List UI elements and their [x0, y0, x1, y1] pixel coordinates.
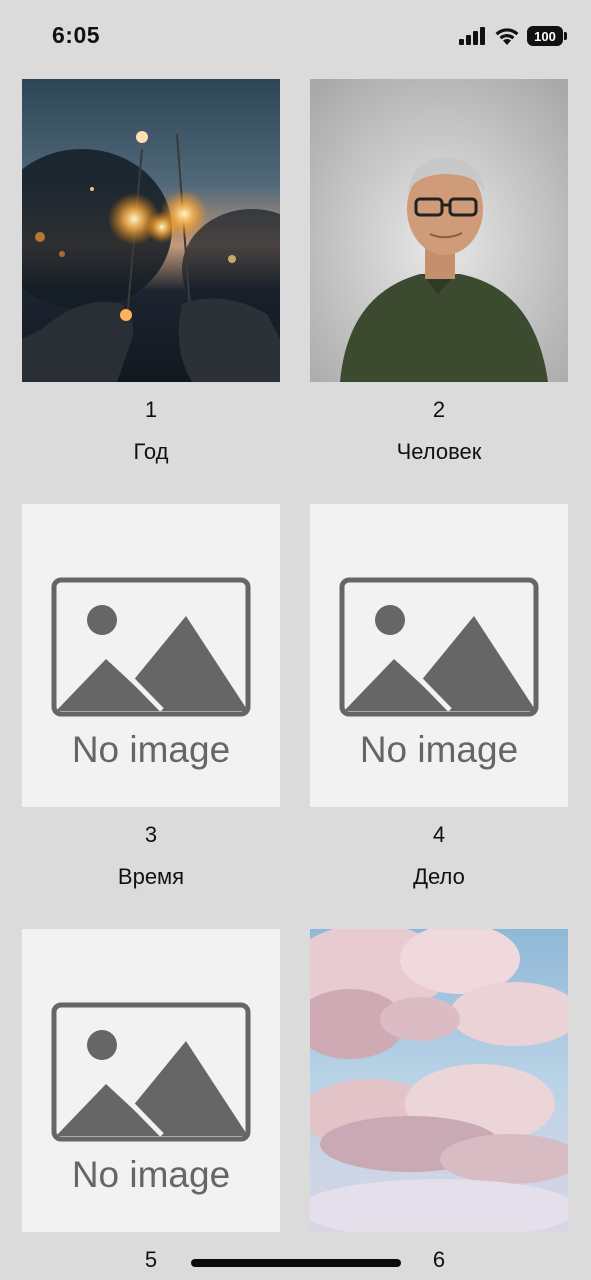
- card-title: Дело: [413, 864, 465, 889]
- card-title: Год: [133, 439, 169, 464]
- wifi-icon: [495, 27, 519, 45]
- sparklers-photo: [22, 79, 280, 382]
- man-portrait-photo: [310, 79, 568, 382]
- grid-card-6[interactable]: 6: [310, 929, 568, 1272]
- no-image-placeholder: No image: [22, 504, 280, 807]
- card-number: 4: [432, 822, 446, 847]
- grid-card-3[interactable]: No image 3 Время: [22, 504, 280, 889]
- clouds-photo: [310, 929, 568, 1232]
- no-image-text: No image: [360, 729, 518, 770]
- status-time: 6:05: [52, 22, 101, 48]
- card-number: 1: [144, 397, 158, 422]
- card-number: 2: [432, 397, 446, 422]
- battery-level: 100: [534, 28, 556, 44]
- card-title: Время: [117, 864, 185, 889]
- grid-card-2[interactable]: 2 Человек: [310, 79, 568, 464]
- grid-card-4[interactable]: No image 4 Дело: [310, 504, 568, 889]
- no-image-text: No image: [72, 1154, 230, 1195]
- status-icons: 100: [459, 26, 567, 46]
- no-image-placeholder: No image: [310, 504, 568, 807]
- grid-card-5[interactable]: No image 5: [22, 929, 280, 1272]
- no-image-placeholder: No image: [22, 929, 280, 1232]
- no-image-text: No image: [72, 729, 230, 770]
- card-title: Человек: [396, 439, 482, 464]
- home-indicator[interactable]: [191, 1259, 401, 1267]
- status-bar: 6:05 100: [0, 0, 591, 76]
- card-number: 3: [144, 822, 158, 847]
- battery-icon: 100: [527, 26, 567, 46]
- cellular-signal-icon: [459, 27, 485, 45]
- grid-card-1[interactable]: 1 Год: [22, 79, 280, 464]
